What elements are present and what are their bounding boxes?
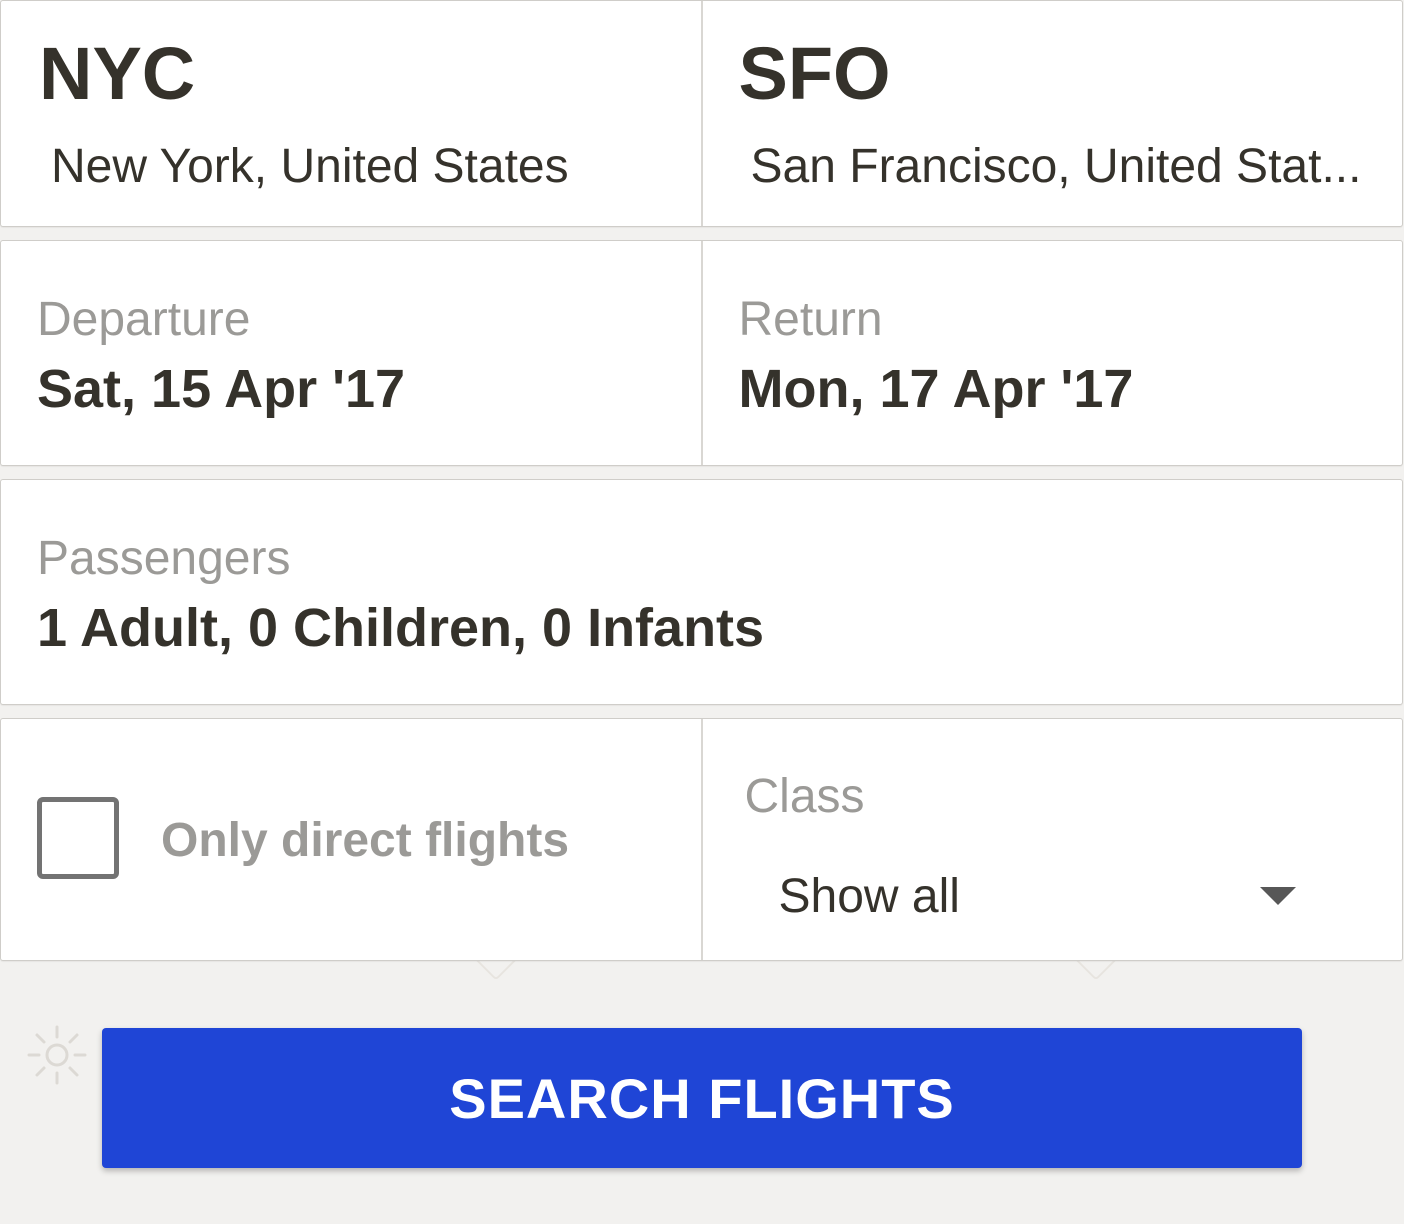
direct-flights-checkbox[interactable] [37, 797, 119, 879]
destination-field[interactable]: SFO San Francisco, United Stat... [700, 1, 1403, 226]
flight-search-page: NYC New York, United States SFO San Fran… [0, 0, 1404, 1224]
route-row: NYC New York, United States SFO San Fran… [0, 0, 1403, 227]
origin-field[interactable]: NYC New York, United States [1, 1, 701, 226]
search-flights-button[interactable]: SEARCH FLIGHTS [102, 1028, 1302, 1168]
passengers-row: Passengers 1 Adult, 0 Children, 0 Infant… [0, 479, 1403, 705]
options-row: Only direct flights Class Show all [0, 718, 1403, 961]
departure-label: Departure [37, 293, 251, 346]
caret-down-icon[interactable] [1260, 887, 1296, 905]
passengers-field[interactable]: Passengers 1 Adult, 0 Children, 0 Infant… [1, 480, 1402, 704]
direct-flights-option[interactable]: Only direct flights [1, 719, 701, 960]
destination-city: San Francisco, United Stat... [750, 141, 1362, 193]
departure-value: Sat, 15 Apr '17 [37, 359, 406, 419]
class-selected-value: Show all [778, 870, 960, 923]
return-label: Return [738, 293, 883, 346]
return-value: Mon, 17 Apr '17 [738, 359, 1134, 419]
sun-icon [27, 1025, 87, 1085]
class-label: Class [744, 770, 865, 823]
class-select[interactable]: Class Show all [700, 719, 1403, 960]
return-date-field[interactable]: Return Mon, 17 Apr '17 [700, 241, 1403, 465]
passengers-value: 1 Adult, 0 Children, 0 Infants [37, 598, 765, 658]
departure-date-field[interactable]: Departure Sat, 15 Apr '17 [1, 241, 701, 465]
origin-city: New York, United States [51, 141, 569, 193]
passengers-label: Passengers [37, 532, 291, 585]
destination-code: SFO [738, 32, 891, 115]
origin-code: NYC [39, 32, 196, 115]
direct-flights-label: Only direct flights [161, 814, 570, 867]
dates-row: Departure Sat, 15 Apr '17 Return Mon, 17… [0, 240, 1403, 466]
